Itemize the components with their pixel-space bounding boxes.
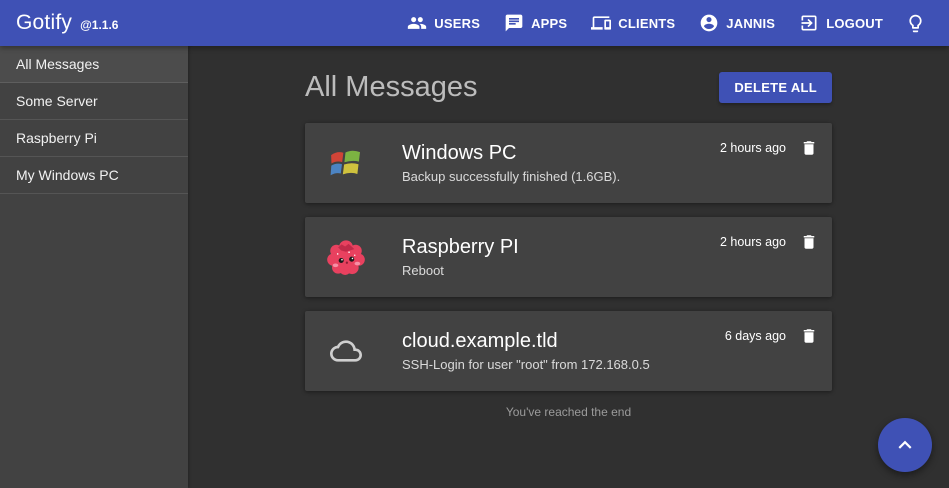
nav-apps-button[interactable]: APPS [492,5,579,41]
message-card: Raspberry PI Reboot 2 hours ago [305,217,832,297]
sidebar-item-label: Some Server [16,93,98,109]
message-body: Reboot [402,263,720,278]
message-text: Windows PC Backup successfully finished … [402,142,720,184]
nav-users-label: USERS [434,16,480,31]
message-title: cloud.example.tld [402,330,725,353]
trash-icon [800,139,818,157]
sidebar-item-my-windows-pc[interactable]: My Windows PC [0,157,188,194]
message-timestamp: 2 hours ago [720,233,786,251]
account-icon [699,13,719,33]
delete-message-button[interactable] [800,233,818,251]
sidebar: All Messages Some Server Raspberry Pi My… [0,46,188,488]
message-text: Raspberry PI Reboot [402,236,720,278]
nav-logout-label: LOGOUT [826,16,883,31]
sidebar-item-label: My Windows PC [16,167,119,183]
logout-icon [799,13,819,33]
message-card: cloud.example.tld SSH-Login for user "ro… [305,311,832,391]
message-text: cloud.example.tld SSH-Login for user "ro… [402,330,725,372]
sidebar-item-label: All Messages [16,56,99,72]
sidebar-item-some-server[interactable]: Some Server [0,83,188,120]
raspberry-logo-icon [325,236,367,278]
message-title: Windows PC [402,142,720,165]
brand-version: @1.1.6 [80,18,118,32]
app-bar: Gotify @1.1.6 USERS APPS CLIENTS JANNIS … [0,0,949,46]
nav-users-button[interactable]: USERS [395,5,492,41]
message-body: SSH-Login for user "root" from 172.168.0… [402,357,725,372]
nav-user-menu-button[interactable]: JANNIS [687,5,787,41]
nav-clients-button[interactable]: CLIENTS [579,5,687,41]
brand: Gotify @1.1.6 [16,11,118,35]
scroll-to-top-button[interactable] [878,418,932,472]
users-icon [407,13,427,33]
message-title: Raspberry PI [402,236,720,259]
clients-icon [591,13,611,33]
nav-clients-label: CLIENTS [618,16,675,31]
chevron-up-icon [892,432,918,458]
sidebar-item-raspberry-pi[interactable]: Raspberry Pi [0,120,188,157]
apps-icon [504,13,524,33]
end-of-list-text: You've reached the end [305,405,832,419]
trash-icon [800,327,818,345]
lightbulb-icon [905,13,926,34]
main-content: All Messages DELETE ALL Windows PC Backu… [188,46,949,488]
delete-all-button[interactable]: DELETE ALL [719,72,832,103]
message-card: Windows PC Backup successfully finished … [305,123,832,203]
message-timestamp: 2 hours ago [720,139,786,157]
nav-username-label: JANNIS [726,16,775,31]
cloud-icon [325,330,367,372]
message-body: Backup successfully finished (1.6GB). [402,169,720,184]
theme-toggle-button[interactable] [895,3,935,43]
nav-apps-label: APPS [531,16,567,31]
page-title: All Messages [305,71,477,104]
message-timestamp: 6 days ago [725,327,786,345]
sidebar-item-all-messages[interactable]: All Messages [0,46,188,83]
trash-icon [800,233,818,251]
windows-logo-icon [325,142,367,184]
sidebar-item-label: Raspberry Pi [16,130,97,146]
delete-message-button[interactable] [800,327,818,345]
delete-message-button[interactable] [800,139,818,157]
brand-name: Gotify [16,11,72,35]
nav-logout-button[interactable]: LOGOUT [787,5,895,41]
